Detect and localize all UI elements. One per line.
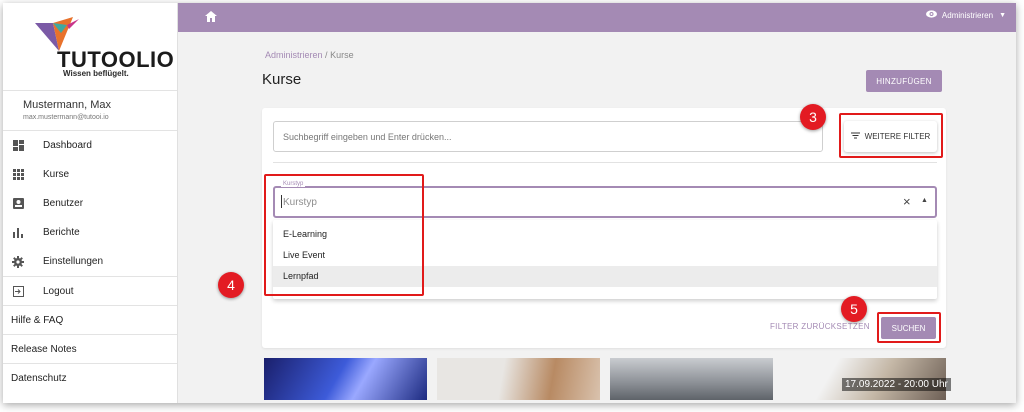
sidebar-item-einstellungen[interactable]: Einstellungen xyxy=(3,247,177,276)
user-name: Mustermann, Max xyxy=(23,99,112,111)
top-bar: Administrieren ▼ xyxy=(178,3,1016,32)
bar-chart-icon xyxy=(11,226,25,240)
breadcrumb: Administrieren / Kurse xyxy=(265,50,354,60)
sidebar-link-help[interactable]: Hilfe & FAQ xyxy=(3,305,177,334)
step-badge-5: 5 xyxy=(841,296,867,322)
caret-down-icon: ▼ xyxy=(999,11,1006,19)
user-info: Mustermann, Max max.mustermann@tutooi.io xyxy=(3,91,177,131)
breadcrumb-separator: / xyxy=(325,50,328,60)
sidebar-item-label: Berichte xyxy=(43,227,80,238)
step-badge-3: 3 xyxy=(800,104,826,130)
eye-icon xyxy=(925,10,937,20)
reset-filters-link[interactable]: FILTER ZURÜCKSETZEN xyxy=(770,322,870,331)
breadcrumb-current: Kurse xyxy=(330,50,354,60)
sidebar-item-label: Logout xyxy=(43,285,74,297)
sidebar-item-label: Kurse xyxy=(43,169,70,180)
sidebar-item-label: Einstellungen xyxy=(43,256,104,267)
course-thumbnail[interactable] xyxy=(437,358,600,400)
user-email: max.mustermann@tutooi.io xyxy=(23,114,109,121)
page-title: Kurse xyxy=(262,71,302,88)
user-card-icon xyxy=(11,197,25,211)
sidebar-item-label: Dashboard xyxy=(43,140,92,151)
course-thumbnail[interactable] xyxy=(610,358,773,400)
highlight-course-type xyxy=(264,174,424,296)
logo[interactable]: TUTOOLIO Wissen beflügelt. xyxy=(3,3,177,91)
clear-icon[interactable]: × xyxy=(903,194,911,209)
sidebar-item-kurse[interactable]: Kurse xyxy=(3,160,177,189)
brand-tagline: Wissen beflügelt. xyxy=(63,69,129,78)
breadcrumb-parent[interactable]: Administrieren xyxy=(265,50,323,60)
home-icon[interactable] xyxy=(205,9,217,27)
logout-icon xyxy=(11,284,25,298)
caret-up-icon[interactable]: ▲ xyxy=(921,197,928,204)
highlight-search-button xyxy=(877,312,941,343)
sidebar-item-benutzer[interactable]: Benutzer xyxy=(3,189,177,218)
search-input[interactable]: Suchbegriff eingeben und Enter drücken..… xyxy=(273,121,823,152)
divider xyxy=(273,162,937,163)
sidebar: TUTOOLIO Wissen beflügelt. Mustermann, M… xyxy=(3,3,178,403)
dashboard-icon xyxy=(11,139,25,153)
course-thumbnail[interactable] xyxy=(264,358,427,400)
role-label: Administrieren xyxy=(941,10,994,20)
gear-icon xyxy=(11,255,25,269)
role-switcher[interactable]: Administrieren ▼ xyxy=(925,10,1006,20)
sidebar-item-berichte[interactable]: Berichte xyxy=(3,218,177,247)
sidebar-item-label: Benutzer xyxy=(43,198,84,209)
sidebar-link-privacy[interactable]: Datenschutz xyxy=(3,363,177,392)
highlight-more-filters xyxy=(839,113,943,158)
event-date-caption: 17.09.2022 - 20:00 Uhr xyxy=(842,378,951,391)
sidebar-item-dashboard[interactable]: Dashboard xyxy=(3,131,177,160)
step-badge-4: 4 xyxy=(218,272,244,298)
sidebar-link-release-notes[interactable]: Release Notes xyxy=(3,334,177,363)
grid-icon xyxy=(11,168,25,182)
add-course-button[interactable]: HINZUFÜGEN xyxy=(866,70,942,92)
sidebar-item-logout[interactable]: Logout xyxy=(3,276,177,305)
